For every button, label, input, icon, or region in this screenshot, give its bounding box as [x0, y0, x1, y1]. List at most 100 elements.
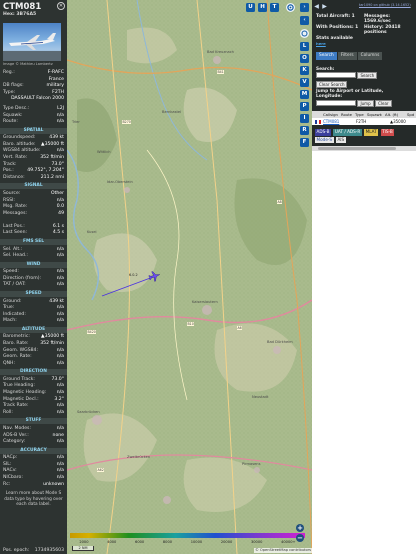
altitude-colorbar-labels: 2000 4000 6000 8000 10000 20000 30000 40000+ — [70, 540, 305, 544]
road-label: B420 — [87, 330, 97, 334]
info-label: Msg. Rate: — [3, 204, 28, 210]
clear-search-button[interactable]: Clear Search — [316, 81, 348, 88]
positions-count: With Positions: 1 — [316, 24, 359, 30]
total-aircraft: Total Aircraft: 1 — [316, 14, 355, 19]
control-button-h[interactable]: H — [258, 3, 267, 12]
column-header[interactable]: Spd — [407, 111, 414, 118]
info-row: Type Desc.: L2J — [0, 106, 67, 113]
control-button-v[interactable]: V — [300, 78, 309, 87]
town-label: Zweibrücken — [127, 455, 151, 459]
colorbar-tick: 30000 — [250, 540, 263, 544]
map-attribution[interactable]: © OpenStreetMap contributors — [254, 548, 312, 553]
info-row: Groundspeed: 439 kt — [0, 135, 67, 142]
search-panel: Search: Search Clear Search Jump to Airp… — [316, 67, 414, 108]
control-button-m[interactable]: M — [300, 90, 309, 99]
info-row: Speed: n/a — [0, 269, 67, 276]
info-value: DASSAULT Falcon 2000 — [11, 96, 64, 102]
info-value: 0.0 — [56, 204, 64, 210]
jump-input[interactable] — [316, 100, 356, 107]
filter-mlat[interactable]: MLAT — [364, 129, 379, 136]
info-value: n/a — [56, 354, 64, 360]
row-altitude: ▲35000 — [390, 119, 406, 124]
row-type: F2TH — [356, 119, 367, 124]
search-button[interactable]: Search — [357, 72, 378, 79]
control-button-t[interactable]: T — [270, 3, 279, 12]
version-link[interactable]: tar1090 on github (3.14.1652) — [359, 3, 415, 7]
info-row: Nav. Modes: n/a — [0, 426, 67, 433]
filter-uat[interactable]: UAT / ADS-R — [333, 129, 362, 136]
tab-filters[interactable]: Filters — [337, 52, 357, 60]
section-title-fms: FMS SEL — [0, 239, 67, 246]
filter-ais[interactable]: AIS — [335, 136, 346, 143]
filter-tisb[interactable]: TIS-B — [380, 129, 395, 136]
stats-link[interactable]: here — [316, 41, 326, 46]
arrow-left-icon[interactable]: ◀ — [313, 3, 320, 10]
tab-columns[interactable]: Columns — [357, 52, 383, 60]
column-header[interactable]: Route — [341, 111, 352, 118]
control-button-r[interactable]: R — [300, 126, 309, 135]
filter-modes[interactable]: Mode-S — [315, 136, 334, 143]
airplane-photo-icon — [3, 33, 61, 61]
clear-button[interactable]: Clear — [375, 100, 392, 107]
info-label: Category: — [3, 439, 26, 445]
column-header[interactable]: Type — [355, 111, 364, 118]
colorbar-tick: 8000 — [162, 540, 173, 544]
control-button-o[interactable]: O — [300, 54, 309, 63]
aircraft-altitude-label: 6.0.2 — [129, 273, 138, 277]
settings-gear-icon[interactable] — [286, 3, 295, 12]
aircraft-photo[interactable] — [3, 23, 61, 61]
control-button-u[interactable]: U — [246, 3, 255, 12]
column-header[interactable]: Squawk — [367, 111, 382, 118]
arrow-right-icon[interactable]: ▶ — [321, 3, 328, 10]
section-title-altitude: ALTITUDE — [0, 326, 67, 333]
info-label: Type Desc.: — [3, 105, 30, 111]
info-row: Reg.: F-RAFC — [0, 70, 67, 77]
column-header[interactable]: Alt. (ft) — [385, 111, 398, 118]
info-value: n/a — [56, 360, 64, 366]
section-title-stuff: STUFF — [0, 418, 67, 425]
info-row: Route: n/a — [0, 119, 67, 126]
table-row[interactable]: CTM081 F2TH ▲35000 — [312, 118, 416, 125]
control-button-i[interactable]: I — [300, 114, 309, 123]
control-button-l[interactable]: L — [300, 42, 309, 51]
collapse-left-icon[interactable]: ‹ — [300, 16, 309, 25]
row-callsign[interactable]: CTM081 — [323, 118, 339, 125]
column-header[interactable]: Callsign — [323, 111, 338, 118]
info-label: True: — [3, 305, 15, 311]
info-row: DASSAULT Falcon 2000 — [0, 96, 67, 103]
info-row: Vert. Rate: 352 ft/min — [0, 155, 67, 162]
flag-france-icon — [315, 119, 321, 124]
info-label: Rc: — [3, 481, 11, 487]
aircraft-info-panel: CTM081 Hex: 3B76A5 ✕ Image © Mathieu Lam… — [0, 0, 67, 554]
control-button-p[interactable]: P — [300, 102, 309, 111]
control-button-f[interactable]: F — [300, 138, 309, 147]
info-value: n/a — [56, 468, 64, 474]
search-input[interactable] — [316, 72, 356, 79]
filter-adsb[interactable]: ADS-B — [315, 129, 331, 136]
right-panel-topbar: ◀ ▶ tar1090 on github (3.14.1652) — [312, 0, 416, 13]
info-value: military — [46, 83, 64, 89]
info-label: Nav. Modes: — [3, 425, 31, 431]
info-label: Last Seen: — [3, 230, 28, 236]
tab-search[interactable]: Search — [316, 52, 337, 60]
jump-button[interactable]: Jump — [357, 100, 374, 107]
info-row: Barometric: ▲35000 ft — [0, 334, 67, 341]
info-row: Sel. Head.: n/a — [0, 253, 67, 260]
location-icon[interactable] — [300, 29, 309, 38]
info-value: n/a — [56, 318, 64, 324]
learn-more-label: Learn more about Mode S data type by hov… — [4, 491, 63, 507]
pos-epoch-label: Pos. epoch: — [3, 548, 30, 553]
detail-sections: SPATIAL Groundspeed: 439 kt Baro. altitude:… — [0, 127, 67, 488]
scrollbar-thumb[interactable] — [318, 147, 396, 150]
toggle-panel-icon[interactable]: › — [300, 3, 309, 12]
zoom-in-button[interactable]: + — [296, 524, 304, 532]
altitude-colorbar — [70, 533, 305, 538]
close-icon[interactable]: ✕ — [57, 2, 65, 10]
info-value: unknown — [43, 481, 64, 487]
info-row: Mach: n/a — [0, 318, 67, 325]
map-view[interactable]: Bad Kreuznach Idar-Oberstein Kusel Kaisersl… — [67, 0, 312, 554]
zoom-out-button[interactable]: − — [296, 534, 304, 542]
info-value: L2J — [57, 105, 64, 111]
control-button-k[interactable]: K — [300, 66, 309, 75]
tab-bar: Search Filters Columns — [316, 52, 383, 60]
